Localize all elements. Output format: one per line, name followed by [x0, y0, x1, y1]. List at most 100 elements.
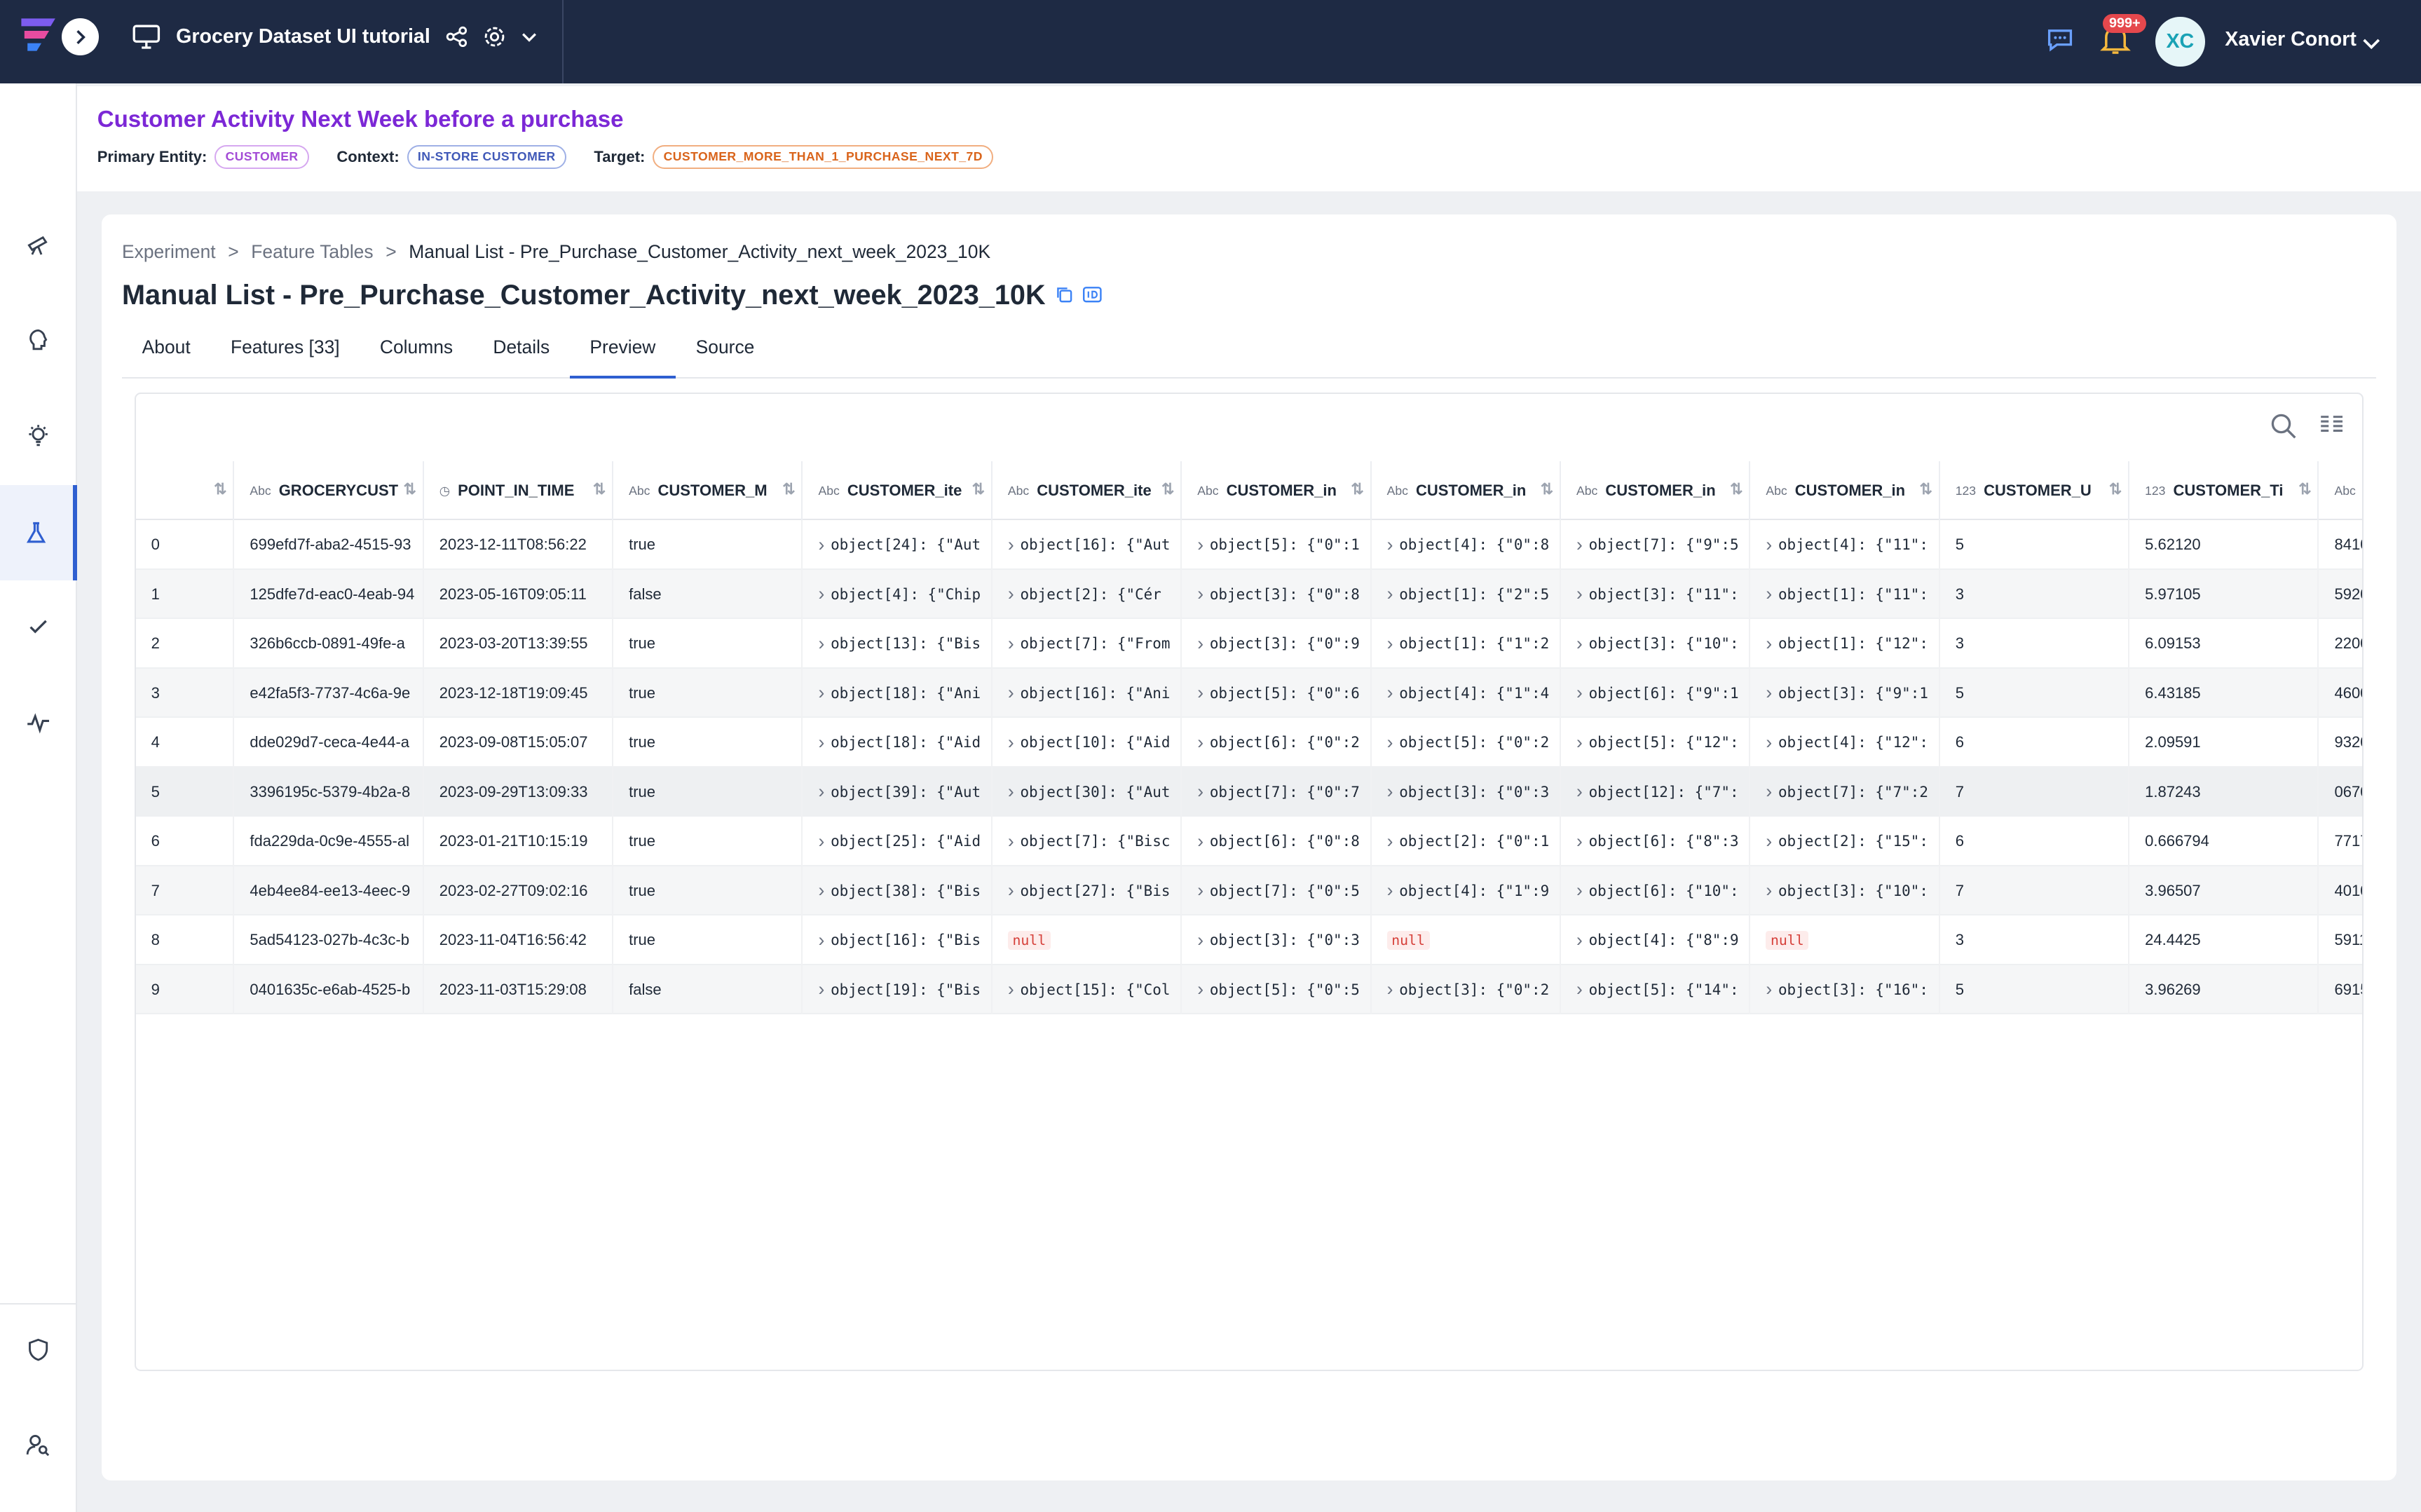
table-row[interactable]: 2 326b6ccb-0891-49fe-a 2023-03-20T13:39:55…: [135, 619, 2363, 669]
table-cell[interactable]: object[1]: {"2":5: [1372, 569, 1561, 620]
table-row[interactable]: 4 dde029d7-ceca-4e44-a 2023-09-08T15:05:07…: [135, 718, 2363, 768]
table-cell[interactable]: object[3]: {"10":: [1561, 619, 1751, 669]
search-icon[interactable]: [2270, 412, 2298, 447]
activity-icon[interactable]: [0, 692, 77, 754]
table-cell[interactable]: object[4]: {"12":: [1750, 718, 1940, 768]
table-cell[interactable]: object[12]: {"7":: [1561, 767, 1751, 817]
table-cell[interactable]: object[7]: {"0":5: [1182, 866, 1372, 916]
sort-icon[interactable]: ⇅: [403, 480, 416, 498]
tab-features-33[interactable]: Features [33]: [210, 335, 360, 379]
table-cell[interactable]: object[1]: {"11":: [1750, 569, 1940, 620]
shield-icon[interactable]: [0, 1319, 77, 1380]
sort-icon[interactable]: ⇅: [972, 480, 985, 498]
copy-icon[interactable]: [1055, 280, 1073, 311]
column-header[interactable]: Abc CUSTOMER_M ⇅: [613, 461, 803, 521]
table-cell[interactable]: object[3]: {"0":3: [1182, 915, 1372, 965]
table-cell[interactable]: object[2]: {"15":: [1750, 817, 1940, 866]
table-cell[interactable]: object[7]: {"Bisc: [993, 817, 1182, 866]
table-cell[interactable]: object[5]: {"0":1: [1182, 520, 1372, 570]
column-header[interactable]: Abc GROCERYCUST ⇅: [234, 461, 424, 521]
table-cell[interactable]: object[25]: {"Aid: [803, 817, 993, 866]
table-cell[interactable]: object[18]: {"Ani: [803, 668, 993, 718]
tab-columns[interactable]: Columns: [360, 335, 473, 379]
table-cell[interactable]: object[3]: {"0":2: [1372, 965, 1561, 1015]
table-cell[interactable]: object[5]: {"0":6: [1182, 668, 1372, 718]
table-cell[interactable]: object[3]: {"11":: [1561, 569, 1751, 620]
sort-icon[interactable]: ⇅: [2109, 480, 2122, 498]
column-header[interactable]: ◷ POINT_IN_TIME ⇅: [424, 461, 614, 521]
table-cell[interactable]: object[13]: {"Bis: [803, 619, 993, 669]
table-cell[interactable]: object[5]: {"14":: [1561, 965, 1751, 1015]
project-selector[interactable]: Grocery Dataset UI tutorial: [132, 25, 536, 49]
telescope-icon[interactable]: [0, 213, 77, 275]
target-chip[interactable]: CUSTOMER_MORE_THAN_1_PURCHASE_NEXT_7D: [653, 145, 994, 169]
column-header[interactable]: 123 CUSTOMER_U ⇅: [1940, 461, 2130, 521]
sort-icon[interactable]: ⇅: [214, 480, 226, 498]
table-cell[interactable]: object[16]: {"Aut: [993, 520, 1182, 570]
table-cell[interactable]: object[1]: {"1":2: [1372, 619, 1561, 669]
table-cell[interactable]: object[6]: {"10":: [1561, 866, 1751, 916]
table-cell[interactable]: object[24]: {"Aut: [803, 520, 993, 570]
columns-icon[interactable]: [2319, 412, 2344, 447]
app-logo[interactable]: [18, 15, 62, 55]
lightbulb-icon[interactable]: [0, 404, 77, 466]
table-row[interactable]: 9 0401635c-e6ab-4525-b 2023-11-03T15:29:08…: [135, 965, 2363, 1015]
primary-entity-chip[interactable]: CUSTOMER: [214, 145, 309, 169]
use-case-title[interactable]: Customer Activity Next Week before a pur…: [97, 107, 624, 133]
table-cell[interactable]: object[3]: {"0":3: [1372, 767, 1561, 817]
avatar[interactable]: XC: [2155, 17, 2205, 67]
table-cell[interactable]: object[7]: {"0":7: [1182, 767, 1372, 817]
sort-icon[interactable]: ⇅: [2298, 480, 2311, 498]
table-cell[interactable]: object[2]: {"Cér: [993, 569, 1182, 620]
table-cell[interactable]: object[30]: {"Aut: [993, 767, 1182, 817]
sort-icon[interactable]: ⇅: [593, 480, 606, 498]
table-cell[interactable]: object[5]: {"0":5: [1182, 965, 1372, 1015]
sort-icon[interactable]: ⇅: [1351, 480, 1363, 498]
table-row[interactable]: 3 e42fa5f3-7737-4c6a-9e 2023-12-18T19:09:4…: [135, 668, 2363, 718]
flask-icon[interactable]: [0, 484, 78, 581]
id-icon[interactable]: [1082, 280, 1103, 311]
table-cell[interactable]: object[4]: {"Chip: [803, 569, 993, 620]
table-cell[interactable]: object[2]: {"0":1: [1372, 817, 1561, 866]
table-cell[interactable]: object[6]: {"0":2: [1182, 718, 1372, 768]
table-cell[interactable]: object[4]: {"11":: [1750, 520, 1940, 570]
table-row[interactable]: 8 5ad54123-027b-4c3c-b 2023-11-04T16:56:42…: [135, 915, 2363, 965]
table-cell[interactable]: object[7]: {"7":2: [1750, 767, 1940, 817]
table-row[interactable]: 1 125dfe7d-eac0-4eab-94 2023-05-16T09:05:1…: [135, 569, 2363, 620]
table-cell[interactable]: object[4]: {"1":9: [1372, 866, 1561, 916]
gear-icon[interactable]: [483, 25, 506, 48]
table-cell[interactable]: object[7]: {"9":5: [1561, 520, 1751, 570]
table-row[interactable]: 7 4eb4ee84-ee13-4eec-9 2023-02-27T09:02:16…: [135, 866, 2363, 916]
column-header[interactable]: AbcC: [2319, 461, 2362, 520]
user-search-icon[interactable]: [0, 1415, 77, 1476]
table-cell[interactable]: object[19]: {"Bis: [803, 965, 993, 1015]
sort-icon[interactable]: ⇅: [1919, 480, 1932, 498]
table-cell[interactable]: object[1]: {"12":: [1750, 619, 1940, 669]
user-menu-chevron-icon[interactable]: [2362, 31, 2380, 59]
brain-icon[interactable]: [0, 309, 77, 371]
table-row[interactable]: 6 fda229da-0c9e-4555-al 2023-01-21T10:15:1…: [135, 817, 2363, 866]
context-chip[interactable]: IN-STORE CUSTOMER: [407, 145, 566, 169]
column-header[interactable]: ⇅: [136, 461, 235, 521]
table-cell[interactable]: object[3]: {"0":8: [1182, 569, 1372, 620]
table-cell[interactable]: object[3]: {"16":: [1750, 965, 1940, 1015]
table-cell[interactable]: object[3]: {"0":9: [1182, 619, 1372, 669]
table-cell[interactable]: object[5]: {"12":: [1561, 718, 1751, 768]
user-name[interactable]: Xavier Conort: [2225, 28, 2357, 51]
table-cell[interactable]: object[6]: {"0":8: [1182, 817, 1372, 866]
tab-source[interactable]: Source: [676, 335, 775, 379]
table-cell[interactable]: object[3]: {"10":: [1750, 866, 1940, 916]
tab-about[interactable]: About: [122, 335, 210, 379]
table-cell[interactable]: object[3]: {"9":1: [1750, 668, 1940, 718]
table-cell[interactable]: object[38]: {"Bis: [803, 866, 993, 916]
table-row[interactable]: 0 699efd7f-aba2-4515-93 2023-12-11T08:56:2…: [135, 520, 2363, 570]
breadcrumb-feature-tables[interactable]: Feature Tables: [251, 241, 373, 263]
table-cell[interactable]: object[10]: {"Aid: [993, 718, 1182, 768]
sort-icon[interactable]: ⇅: [1161, 480, 1174, 498]
table-cell[interactable]: object[16]: {"Bis: [803, 915, 993, 965]
sort-icon[interactable]: ⇅: [1541, 480, 1553, 498]
table-cell[interactable]: object[5]: {"0":2: [1372, 718, 1561, 768]
table-cell[interactable]: object[6]: {"8":3: [1561, 817, 1751, 866]
table-cell[interactable]: object[27]: {"Bis: [993, 866, 1182, 916]
tab-details[interactable]: Details: [473, 335, 570, 379]
